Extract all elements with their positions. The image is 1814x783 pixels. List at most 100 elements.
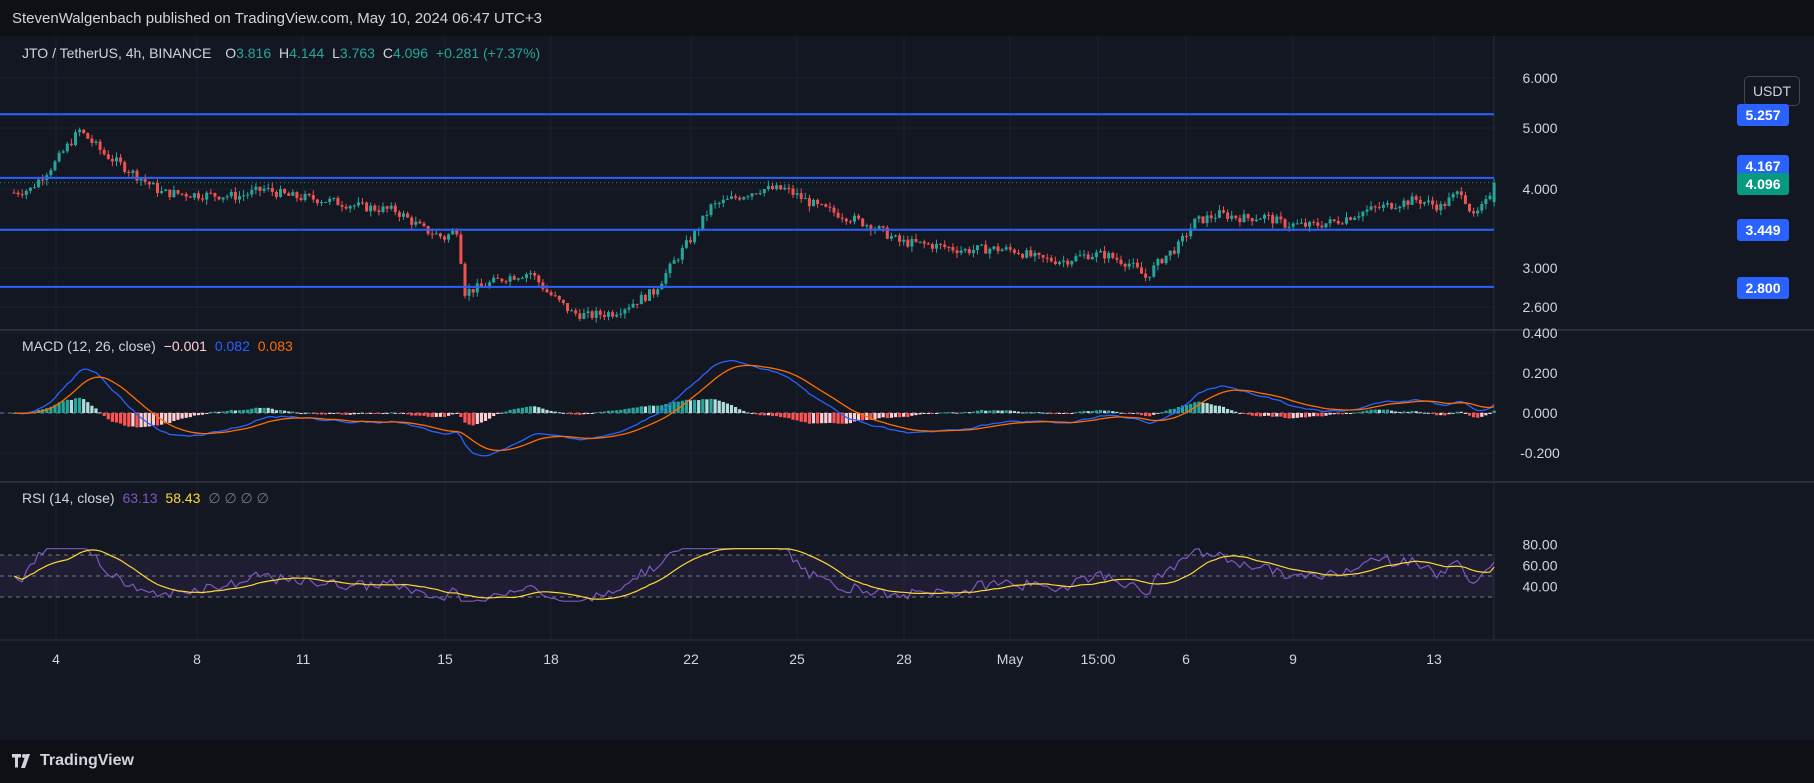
- candle-body: [434, 233, 438, 235]
- candle-body: [947, 247, 951, 249]
- candle-body: [1394, 208, 1398, 210]
- candle-body: [250, 189, 254, 195]
- macd-histogram-bar: [1439, 413, 1443, 416]
- macd-histogram-bar: [258, 407, 262, 413]
- candle-body: [430, 233, 434, 235]
- candle-body: [1086, 254, 1090, 260]
- macd-axis-label: -0.200: [1520, 445, 1560, 461]
- macd-histogram-bar: [820, 413, 824, 424]
- candle-body: [1115, 257, 1119, 260]
- candle-body: [402, 213, 405, 217]
- candle-body: [197, 193, 200, 199]
- candle-body: [1386, 203, 1389, 205]
- candle-body: [1291, 223, 1295, 227]
- candle-body: [771, 185, 774, 190]
- candle-body: [1045, 257, 1049, 259]
- candle-body: [1295, 223, 1299, 225]
- macd-histogram-bar: [619, 409, 623, 413]
- macd-histogram-bar: [1066, 413, 1070, 414]
- candle-body: [705, 215, 709, 217]
- candle-body: [643, 294, 647, 301]
- macd-histogram-bar: [1045, 412, 1049, 414]
- candle-body: [996, 246, 1000, 252]
- candle-body: [1119, 259, 1123, 264]
- candle-body: [533, 272, 537, 276]
- macd-histogram-bar: [229, 409, 233, 413]
- price-tag-current[interactable]: 4.096: [1737, 173, 1789, 195]
- candle-body: [1328, 219, 1332, 224]
- macd-histogram-bar: [988, 410, 992, 413]
- candle-body: [1004, 247, 1008, 250]
- candle-body: [479, 283, 483, 287]
- candle-body: [229, 191, 233, 197]
- macd-histogram-bar: [996, 410, 1000, 413]
- macd-histogram-bar: [488, 413, 492, 419]
- macd-histogram-bar: [344, 413, 348, 416]
- currency-button[interactable]: USDT: [1744, 76, 1800, 106]
- price-tag-3449[interactable]: 3.449: [1737, 219, 1789, 241]
- candle-body: [455, 230, 459, 235]
- candle-body: [906, 239, 910, 247]
- rsi-label[interactable]: RSI (14, close): [22, 490, 115, 506]
- macd-histogram-bar: [102, 413, 106, 416]
- candle-body: [1422, 202, 1426, 204]
- candle-body: [201, 198, 205, 200]
- macd-histogram-bar: [898, 413, 902, 418]
- candle-body: [1349, 217, 1353, 220]
- macd-histogram-bar: [1385, 409, 1390, 413]
- candle-body: [1168, 250, 1172, 256]
- macd-histogram-bar: [119, 413, 123, 424]
- candle-body: [607, 312, 610, 317]
- macd-histogram-bar: [951, 412, 955, 414]
- price-tag-2800[interactable]: 2.800: [1737, 277, 1789, 299]
- candle-body: [508, 276, 512, 282]
- candle-body: [24, 190, 28, 195]
- candle-body: [578, 313, 582, 319]
- candle-body: [725, 198, 729, 200]
- candle-body: [1340, 223, 1344, 225]
- candle-body: [865, 225, 869, 227]
- macd-histogram-bar: [918, 413, 922, 415]
- candle-body: [1480, 204, 1484, 211]
- candle-body: [69, 143, 73, 146]
- macd-histogram-bar: [762, 413, 766, 416]
- candle-body: [1271, 215, 1275, 224]
- chart-panel[interactable]: 6.000 5.000 4.000 3.000 2.600 0.400 0.200 0.000…: [0, 36, 1814, 740]
- macd-histogram-bar: [1201, 402, 1205, 413]
- macd-histogram-bar: [1361, 411, 1365, 413]
- macd-histogram-bar: [1431, 413, 1435, 414]
- candle-body: [492, 277, 496, 283]
- candle-body: [943, 244, 947, 248]
- candle-body: [734, 196, 738, 198]
- candle-body: [816, 199, 820, 205]
- price-axis-label: 6.000: [1522, 70, 1557, 86]
- tradingview-logo[interactable]: TradingView: [12, 752, 134, 770]
- time-axis-label: 18: [543, 651, 559, 667]
- candle-body: [1267, 214, 1271, 216]
- candle-body: [1402, 200, 1406, 207]
- macd-histogram-bar: [1390, 410, 1394, 413]
- candle-body: [840, 217, 844, 219]
- macd-histogram-bar: [110, 413, 114, 422]
- price-tag-5257[interactable]: 5.257: [1737, 104, 1789, 126]
- candle-body: [28, 187, 32, 191]
- macd-histogram-bar: [131, 413, 135, 427]
- macd-label[interactable]: MACD (12, 26, close): [22, 338, 156, 354]
- candle-body: [377, 210, 381, 212]
- candle-body: [274, 191, 278, 197]
- chart-canvas[interactable]: 6.000 5.000 4.000 3.000 2.600 0.400 0.200 0.000…: [0, 36, 1814, 740]
- candle-body: [287, 193, 291, 196]
- symbol-title[interactable]: JTO / TetherUS, 4h, BINANCE: [22, 45, 211, 61]
- change-value: +0.281 (+7.37%): [435, 45, 541, 61]
- macd-histogram-bar: [463, 413, 467, 423]
- candle-body: [1312, 221, 1316, 223]
- candle-body: [381, 206, 385, 212]
- macd-histogram-bar: [1250, 413, 1254, 416]
- open-label: O: [225, 45, 237, 61]
- macd-histogram-bar: [1308, 413, 1312, 417]
- macd-histogram-bar: [213, 411, 217, 413]
- candle-body: [955, 250, 959, 253]
- macd-histogram-bar: [1467, 413, 1472, 416]
- macd-histogram-bar: [401, 413, 406, 414]
- rsi-value: 63.13: [122, 490, 158, 506]
